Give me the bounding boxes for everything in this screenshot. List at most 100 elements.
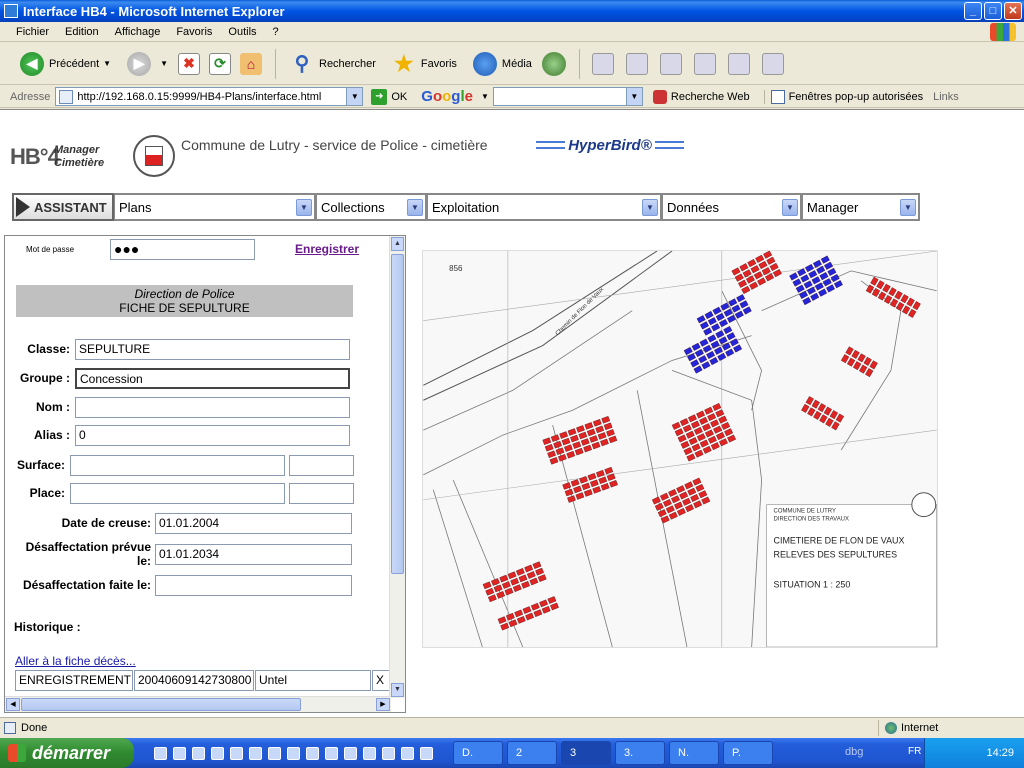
edit-icon[interactable] xyxy=(659,52,682,75)
tray-debug-label[interactable]: dbg xyxy=(845,746,863,758)
quick-launch-icon[interactable] xyxy=(287,746,300,760)
scroll-right-icon[interactable]: ▶ xyxy=(376,698,390,711)
donnees-select[interactable]: Données ▼ xyxy=(662,193,802,221)
chevron-down-icon[interactable]: ▼ xyxy=(900,199,916,216)
quick-launch-icon[interactable] xyxy=(173,746,186,760)
favorites-button[interactable]: ★ Favoris xyxy=(386,47,463,81)
stop-icon[interactable]: ✖ xyxy=(178,52,200,75)
mail-icon[interactable] xyxy=(591,52,614,75)
scroll-left-icon[interactable]: ◀ xyxy=(6,698,20,711)
address-input[interactable]: http://192.168.0.15:9999/HB4-Plans/inter… xyxy=(55,87,364,106)
surface-unit-input[interactable] xyxy=(289,455,354,476)
task-folder[interactable]: D. xyxy=(453,741,503,765)
quick-launch-icon[interactable] xyxy=(268,746,281,760)
menu-help[interactable]: ? xyxy=(265,26,287,38)
google-search-input[interactable]: ▼ xyxy=(492,87,643,106)
quick-launch-icon[interactable] xyxy=(230,746,243,760)
menu-favoris[interactable]: Favoris xyxy=(168,26,220,38)
scroll-down-icon[interactable]: ▼ xyxy=(391,683,404,697)
quick-launch-icon[interactable] xyxy=(192,746,205,760)
google-search-dropdown-icon[interactable]: ▼ xyxy=(625,88,642,105)
media-button[interactable]: Média xyxy=(467,47,538,81)
go-button[interactable]: ➜ OK xyxy=(371,88,407,105)
messenger-icon[interactable] xyxy=(761,52,784,75)
start-button[interactable]: démarrer xyxy=(0,738,134,768)
place-unit-input[interactable] xyxy=(289,483,354,504)
print-icon[interactable] xyxy=(625,52,648,75)
quick-launch-icon[interactable] xyxy=(211,746,224,760)
groupe-input[interactable]: Concession xyxy=(75,368,350,389)
classe-input[interactable]: SEPULTURE xyxy=(75,339,350,360)
menu-outils[interactable]: Outils xyxy=(220,26,264,38)
chevron-down-icon[interactable]: ▼ xyxy=(782,199,798,216)
history-cell-type[interactable]: ENREGISTREMENT xyxy=(15,670,133,691)
place-input[interactable] xyxy=(70,483,285,504)
notes-icon[interactable] xyxy=(693,52,716,75)
surface-input[interactable] xyxy=(70,455,285,476)
task-paint[interactable]: P. xyxy=(723,741,773,765)
password-input[interactable]: ●●● xyxy=(110,239,255,260)
back-button[interactable]: ◀ Précédent ▼ xyxy=(14,47,117,81)
horizontal-scrollbar[interactable]: ◀ ▶ xyxy=(5,696,391,712)
home-icon[interactable]: ⌂ xyxy=(240,52,262,75)
history-cell-id[interactable]: 20040609142730800 xyxy=(134,670,254,691)
quick-launch-icon[interactable] xyxy=(401,746,414,760)
forward-button[interactable]: ▶ ▼ xyxy=(121,47,174,81)
web-search-button[interactable]: Recherche Web xyxy=(652,89,750,104)
nom-input[interactable] xyxy=(75,397,350,418)
cemetery-map[interactable]: 856 Chemin de Flon de Vaux COMMUNE DE LU… xyxy=(422,250,938,648)
task-notes[interactable]: N. xyxy=(669,741,719,765)
maximize-button[interactable]: □ xyxy=(984,2,1002,20)
menu-edition[interactable]: Edition xyxy=(57,26,107,38)
research-icon[interactable] xyxy=(727,52,750,75)
exploitation-select[interactable]: Exploitation ▼ xyxy=(427,193,662,221)
chevron-down-icon[interactable]: ▼ xyxy=(642,199,658,216)
vertical-scrollbar[interactable]: ▲ ▼ xyxy=(389,236,405,698)
task-console[interactable]: 2 xyxy=(507,741,557,765)
quick-launch-icon[interactable] xyxy=(154,746,167,760)
history-cell-user[interactable]: Untel xyxy=(255,670,371,691)
hscroll-thumb[interactable] xyxy=(21,698,301,711)
quick-launch-icon[interactable] xyxy=(325,746,338,760)
forward-dropdown-icon[interactable]: ▼ xyxy=(160,59,168,68)
google-dropdown-icon[interactable]: ▼ xyxy=(481,92,489,101)
google-toolbar-logo[interactable]: Google xyxy=(421,88,473,105)
address-url[interactable]: http://192.168.0.15:9999/HB4-Plans/inter… xyxy=(77,91,321,103)
menu-affichage[interactable]: Affichage xyxy=(107,26,169,38)
plans-select[interactable]: Plans ▼ xyxy=(114,193,316,221)
history-icon[interactable] xyxy=(541,51,566,76)
refresh-icon[interactable]: ⟳ xyxy=(209,52,231,75)
scroll-up-icon[interactable]: ▲ xyxy=(391,237,404,251)
assistant-button[interactable]: ASSISTANT xyxy=(12,193,114,221)
quick-launch-icon[interactable] xyxy=(249,746,262,760)
chevron-down-icon[interactable]: ▼ xyxy=(296,199,312,216)
save-link[interactable]: Enregistrer xyxy=(295,242,359,256)
deces-link[interactable]: Aller à la fiche décès... xyxy=(15,654,136,668)
date-creuse-input[interactable]: 01.01.2004 xyxy=(155,513,352,534)
address-dropdown-icon[interactable]: ▼ xyxy=(346,88,363,105)
alias-input[interactable]: 0 xyxy=(75,425,350,446)
scroll-thumb[interactable] xyxy=(391,254,404,574)
menu-fichier[interactable]: Fichier xyxy=(8,26,57,38)
links-button[interactable]: Links xyxy=(933,91,959,103)
back-dropdown-icon[interactable]: ▼ xyxy=(103,59,111,68)
quick-launch-icon[interactable] xyxy=(382,746,395,760)
desaff-prevue-input[interactable]: 01.01.2034 xyxy=(155,544,352,565)
collections-select[interactable]: Collections ▼ xyxy=(316,193,427,221)
popup-blocker-button[interactable]: Fenêtres pop-up autorisées xyxy=(763,89,923,104)
language-indicator[interactable]: FR xyxy=(908,746,921,757)
security-zone[interactable]: Internet xyxy=(878,720,938,736)
search-button[interactable]: ⚲ Rechercher xyxy=(284,47,382,81)
quick-launch-icon[interactable] xyxy=(363,746,376,760)
chevron-down-icon[interactable]: ▼ xyxy=(407,199,423,216)
quick-launch-icon[interactable] xyxy=(344,746,357,760)
manager-select[interactable]: Manager ▼ xyxy=(802,193,920,221)
quick-launch-icon[interactable] xyxy=(306,746,319,760)
close-button[interactable]: ✕ xyxy=(1004,2,1022,20)
clock[interactable]: 14:29 xyxy=(986,747,1014,759)
desaff-faite-input[interactable] xyxy=(155,575,352,596)
task-app-3[interactable]: 3. xyxy=(615,741,665,765)
task-ie[interactable]: 3 xyxy=(561,741,611,765)
quick-launch-icon[interactable] xyxy=(420,746,433,760)
minimize-button[interactable]: _ xyxy=(964,2,982,20)
